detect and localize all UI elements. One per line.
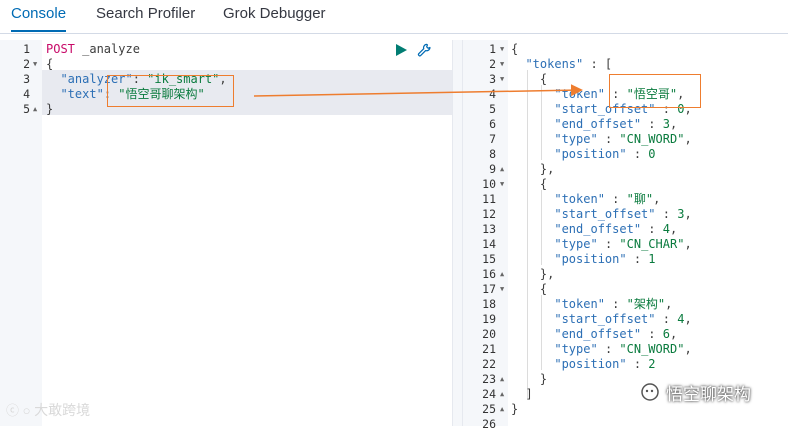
watermark-left: ⓒ ○ 大敢跨境 bbox=[6, 402, 91, 418]
wechat-logo-icon bbox=[641, 383, 659, 401]
annotation-arrow bbox=[253, 84, 583, 97]
